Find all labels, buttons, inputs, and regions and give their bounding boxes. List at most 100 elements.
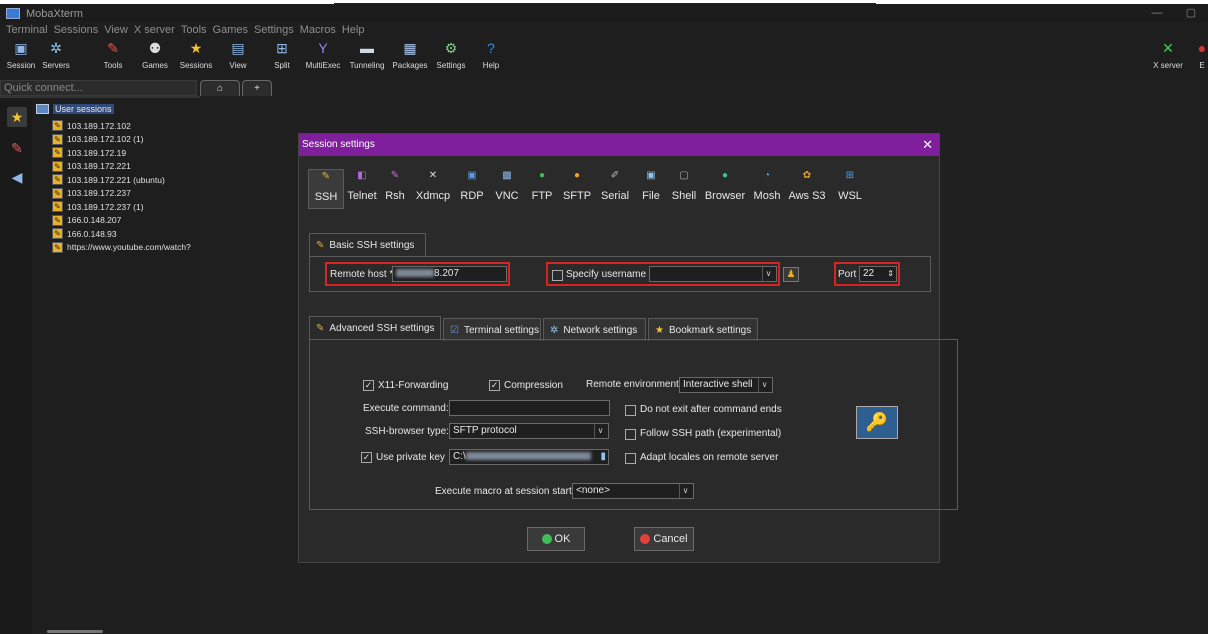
tunneling-icon: ▬: [360, 40, 374, 56]
toolbar: ▣ Session ✲ Servers ✎ Tools ⚉ Games ★ Session…: [0, 37, 1208, 79]
split-icon: ⊞: [276, 40, 288, 56]
menu-tools[interactable]: Tools: [181, 23, 207, 37]
session-item[interactable]: ✎ 166.0.148.207: [52, 214, 191, 228]
do-not-exit-checkbox[interactable]: [625, 405, 636, 416]
x11-forwarding-checkbox[interactable]: ✓: [363, 380, 374, 391]
close-icon[interactable]: ✕: [922, 134, 933, 156]
follow-ssh-path-checkbox[interactable]: [625, 429, 636, 440]
file-browse-icon[interactable]: ▮: [600, 450, 606, 464]
specify-username-checkbox[interactable]: [552, 270, 563, 281]
session-item[interactable]: ✎ 103.189.172.237: [52, 187, 191, 201]
protocol-telnet[interactable]: ◧ Telnet: [347, 169, 377, 209]
ok-button[interactable]: OK: [527, 527, 585, 551]
toolbar-label: Settings: [436, 61, 466, 70]
toolbar-x-server-button[interactable]: ✕ X server: [1150, 39, 1186, 77]
toolbar-label: Sessions: [179, 61, 213, 70]
toolbar-tools-button[interactable]: ✎ Tools: [98, 39, 128, 77]
protocol-serial[interactable]: ✐ Serial: [595, 169, 635, 209]
protocol-aws-s3[interactable]: ✿ Aws S3: [785, 169, 829, 209]
session-item[interactable]: ✎ 103.189.172.237 (1): [52, 200, 191, 214]
remote-host-input[interactable]: 8.207: [392, 266, 507, 282]
adapt-locales-checkbox[interactable]: [625, 453, 636, 464]
menu-help[interactable]: Help: [342, 23, 365, 37]
new-tab-button[interactable]: +: [242, 80, 272, 96]
protocol-sftp[interactable]: ● SFTP: [561, 169, 593, 209]
tools-icon[interactable]: ✎: [7, 138, 27, 158]
macros-icon[interactable]: ◀: [7, 167, 27, 187]
protocol-ssh[interactable]: ✎ SSH: [308, 169, 344, 209]
protocol-label: SSH: [314, 191, 338, 203]
tab-terminal-settings[interactable]: ☑ Terminal settings: [443, 318, 541, 341]
dialog-title-bar: Session settings ✕: [299, 134, 939, 156]
session-item[interactable]: ✎ 103.189.172.221: [52, 160, 191, 174]
session-item[interactable]: ✎ https://www.youtube.com/watch?: [52, 241, 191, 255]
toolbar-servers-button[interactable]: ✲ Servers: [40, 39, 72, 77]
session-item[interactable]: ✎ 103.189.172.102 (1): [52, 133, 191, 147]
port-spinner[interactable]: 22 ⇕: [859, 266, 897, 282]
toolbar-help-button[interactable]: ? Help: [478, 39, 504, 77]
user-sessions-folder[interactable]: User sessions: [36, 104, 114, 114]
protocol-vnc[interactable]: ▩ VNC: [493, 169, 521, 209]
menu-sessions[interactable]: Sessions: [54, 23, 99, 37]
home-tab[interactable]: ⌂: [200, 80, 240, 96]
user-picker-icon[interactable]: ♟: [783, 267, 799, 282]
protocol-shell[interactable]: ▢ Shell: [670, 169, 698, 209]
menu-x-server[interactable]: X server: [134, 23, 175, 37]
protocol-wsl[interactable]: ⊞ WSL: [833, 169, 867, 209]
favorites-icon[interactable]: ★: [7, 107, 27, 127]
protocol-label: WSL: [838, 190, 862, 202]
servers-icon: ✲: [50, 40, 62, 56]
cancel-label: Cancel: [653, 533, 688, 545]
folder-icon: [36, 104, 49, 114]
menu-terminal[interactable]: Terminal: [6, 23, 48, 37]
session-item[interactable]: ✎ 103.189.172.221 (ubuntu): [52, 173, 191, 187]
protocol-file[interactable]: ▣ File: [637, 169, 665, 209]
execute-command-input[interactable]: [449, 400, 610, 416]
tab-advanced-ssh-settings[interactable]: ✎ Advanced SSH settings: [309, 316, 441, 339]
toolbar-exit-button[interactable]: ● E: [1196, 39, 1208, 77]
toolbar-games-button[interactable]: ⚉ Games: [140, 39, 170, 77]
remote-environment-select[interactable]: Interactive shell ∨: [679, 377, 773, 393]
toolbar-label: Packages: [392, 61, 428, 70]
private-key-input[interactable]: C:\ ▮: [449, 449, 609, 465]
private-key-button[interactable]: 🔑: [856, 406, 898, 439]
execute-macro-select[interactable]: <none> ∨: [572, 483, 694, 499]
protocol-rsh[interactable]: ✎ Rsh: [381, 169, 409, 209]
ssh-browser-type-select[interactable]: SFTP protocol ∨: [449, 423, 609, 439]
tab-bookmark-settings[interactable]: ★ Bookmark settings: [648, 318, 758, 341]
protocol-mosh[interactable]: ◔ Mosh: [751, 169, 783, 209]
protocol-ftp[interactable]: ● FTP: [528, 169, 556, 209]
toolbar-tunneling-button[interactable]: ▬ Tunneling: [345, 39, 389, 77]
cancel-icon: [640, 534, 651, 544]
compression-checkbox[interactable]: ✓: [489, 380, 500, 391]
protocol-xdmcp[interactable]: ✕ Xdmcp: [413, 169, 453, 209]
session-item[interactable]: ✎ 103.189.172.19: [52, 146, 191, 160]
toolbar-session-button[interactable]: ▣ Session: [6, 39, 36, 77]
tab-network-settings[interactable]: ✲ Network settings: [543, 318, 646, 341]
session-item[interactable]: ✎ 103.189.172.102: [52, 119, 191, 133]
toolbar-sessions-button[interactable]: ★ Sessions: [176, 39, 216, 77]
maximize-button[interactable]: ▢: [1174, 4, 1208, 23]
toolbar-multiexec-button[interactable]: Y MultiExec: [303, 39, 343, 77]
menu-macros[interactable]: Macros: [300, 23, 336, 37]
tab-label: Network settings: [563, 324, 638, 336]
username-select[interactable]: ∨: [649, 266, 777, 282]
use-private-key-checkbox[interactable]: ✓: [361, 452, 372, 463]
menu-settings[interactable]: Settings: [254, 23, 294, 37]
menu-view[interactable]: View: [104, 23, 128, 37]
toolbar-split-button[interactable]: ⊞ Split: [268, 39, 296, 77]
horizontal-scrollbar[interactable]: [47, 630, 103, 633]
tab-basic-ssh-settings[interactable]: ✎ Basic SSH settings: [309, 233, 426, 256]
specify-username-label: Specify username: [566, 269, 647, 280]
menu-games[interactable]: Games: [213, 23, 248, 37]
protocol-browser[interactable]: ● Browser: [703, 169, 747, 209]
quick-connect-input[interactable]: Quick connect...: [0, 80, 197, 96]
toolbar-packages-button[interactable]: ▦ Packages: [390, 39, 430, 77]
session-item[interactable]: ✎ 166.0.148.93: [52, 227, 191, 241]
cancel-button[interactable]: Cancel: [634, 527, 694, 551]
toolbar-settings-button[interactable]: ⚙ Settings: [432, 39, 470, 77]
toolbar-view-button[interactable]: ▤ View: [224, 39, 252, 77]
protocol-rdp[interactable]: ▣ RDP: [457, 169, 487, 209]
minimize-button[interactable]: —: [1140, 4, 1174, 23]
execute-macro-label: Execute macro at session start:: [435, 486, 575, 497]
